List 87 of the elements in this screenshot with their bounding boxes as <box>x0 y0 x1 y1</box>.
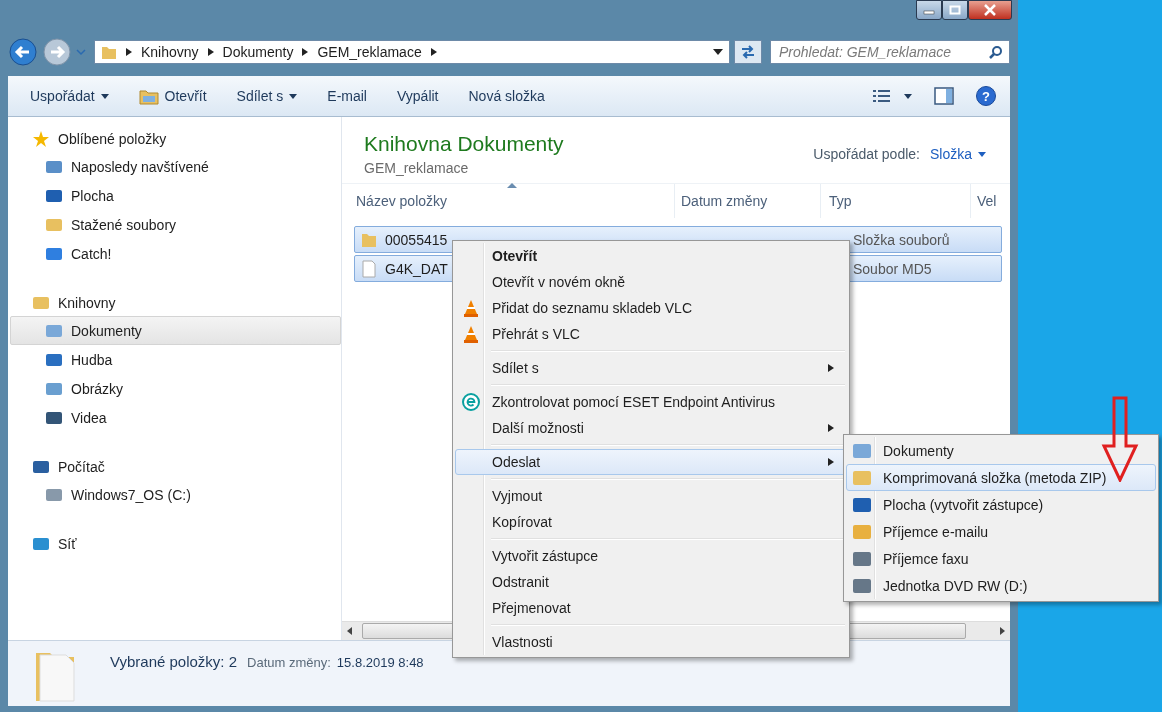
sidebar-item[interactable]: Knihovny <box>8 289 341 316</box>
menu-item[interactable]: Komprimovaná složka (metoda ZIP) <box>846 464 1156 491</box>
traffic-cone-icon <box>463 325 479 343</box>
menu-item[interactable]: Další možnosti <box>455 415 847 441</box>
menu-item[interactable]: Sdílet s <box>455 355 847 381</box>
breadcrumb[interactable]: Knihovny <box>141 44 199 60</box>
sidebar-item[interactable]: Oblíbené položky <box>8 125 341 152</box>
address-bar[interactable]: Knihovny Dokumenty GEM_reklamace <box>94 40 730 64</box>
toolbar-button[interactable]: Nová složka <box>458 84 555 108</box>
scroll-right-icon[interactable] <box>998 627 1006 635</box>
arrange-label: Uspořádat podle: <box>813 146 920 162</box>
menu-item[interactable]: Vyjmout <box>455 483 847 509</box>
chevron-icon[interactable] <box>429 47 438 57</box>
toolbar-button[interactable]: Sdílet s <box>226 84 308 108</box>
caret-icon[interactable] <box>713 49 723 55</box>
column-header[interactable]: Datum změny <box>675 184 821 218</box>
scroll-left-icon[interactable] <box>346 627 354 635</box>
search-field[interactable]: Prohledat: GEM_reklamace <box>770 40 1010 64</box>
chevron-icon[interactable] <box>125 47 133 57</box>
folder-icon <box>138 87 159 105</box>
menu-item[interactable]: Otevřít v novém okně <box>455 269 847 295</box>
menu-item[interactable]: Příjemce e-mailu <box>846 518 1156 545</box>
breadcrumb[interactable]: GEM_reklamace <box>317 44 422 60</box>
column-header[interactable]: Vel <box>971 184 1010 218</box>
menu-item[interactable]: Dokumenty <box>846 437 1156 464</box>
date-value: 15.8.2019 8:48 <box>336 655 424 670</box>
menu-item[interactable]: Přehrát s VLC <box>455 321 847 347</box>
breadcrumb[interactable]: Dokumenty <box>222 44 294 60</box>
sidebar-item[interactable]: Stažené soubory <box>10 210 341 239</box>
list-view-icon <box>872 88 892 104</box>
menu-item[interactable]: Zkontrolovat pomocí ESET Endpoint Antivirus <box>455 389 847 415</box>
file-name: G4K_DAT <box>385 260 449 277</box>
toolbar-button[interactable]: Vypálit <box>387 84 449 108</box>
antivirus-icon <box>462 393 480 411</box>
maximize-button[interactable] <box>942 0 968 20</box>
chevron-icon[interactable] <box>206 47 215 57</box>
close-icon <box>983 4 997 16</box>
close-button[interactable] <box>968 0 1012 20</box>
sidebar-item[interactable]: Catch! <box>10 239 341 268</box>
menu-item[interactable]: Kopírovat <box>455 509 847 535</box>
selection-count: Vybrané položky: 2 <box>110 653 238 670</box>
library-subtitle: GEM_reklamace <box>364 160 470 176</box>
sidebar-item[interactable]: Windows7_OS (C:) <box>10 480 341 509</box>
sidebar-item[interactable]: Dokumenty <box>10 316 341 345</box>
toolbar-button[interactable]: Uspořádat <box>20 84 119 108</box>
minimize-button[interactable] <box>916 0 942 20</box>
sidebar-item[interactable]: Hudba <box>10 345 341 374</box>
sidebar-item[interactable]: Počítač <box>8 453 341 480</box>
sidebar-item[interactable]: Videa <box>10 403 341 432</box>
sidebar-item[interactable]: Síť <box>8 530 341 557</box>
help-button[interactable]: ? <box>976 86 996 106</box>
preview-pane-icon <box>934 87 954 105</box>
menu-item[interactable]: Přejmenovat <box>455 595 847 621</box>
folder-icon <box>101 44 117 60</box>
menu-item[interactable]: Příjemce faxu <box>846 545 1156 572</box>
date-label: Datum změny: <box>247 655 331 670</box>
menu-item[interactable]: Přidat do seznamu skladeb VLC <box>455 295 847 321</box>
toolbar-button[interactable]: Otevřít <box>128 83 217 109</box>
caret-icon <box>100 93 109 99</box>
toolbar-button[interactable]: E-mail <box>317 84 377 108</box>
forward-button[interactable] <box>42 37 72 67</box>
file-type: Složka souborů <box>853 231 950 248</box>
menu-item[interactable]: Plocha (vytvořit zástupce) <box>846 491 1156 518</box>
sort-arrow-icon <box>507 182 517 188</box>
traffic-cone-icon <box>463 299 479 317</box>
library-title: Knihovna Dokumenty <box>364 132 564 156</box>
arrange-dropdown[interactable]: Složka <box>929 146 986 162</box>
caret-icon <box>978 151 986 157</box>
menu-item[interactable]: Vytvořit zástupce <box>455 543 847 569</box>
sidebar-item[interactable]: Obrázky <box>10 374 341 403</box>
refresh-icon <box>739 44 757 60</box>
menu-item[interactable]: Jednotka DVD RW (D:) <box>846 572 1156 599</box>
back-button[interactable] <box>8 37 38 67</box>
file-name: 00055415 <box>385 231 449 248</box>
file-type: Soubor MD5 <box>853 260 932 277</box>
chevron-icon[interactable] <box>301 47 310 57</box>
maximize-icon <box>949 5 961 15</box>
sidebar-item[interactable]: Plocha <box>10 181 341 210</box>
refresh-button[interactable] <box>734 40 762 64</box>
sidebar-item[interactable]: Naposledy navštívené <box>10 152 341 181</box>
menu-item[interactable]: Vlastnosti <box>455 629 847 655</box>
caret-icon <box>289 93 298 99</box>
menu-item[interactable]: Odstranit <box>455 569 847 595</box>
star-icon <box>32 129 50 148</box>
caret-icon[interactable] <box>904 93 912 99</box>
column-header[interactable]: Typ <box>821 184 971 218</box>
search-icon[interactable] <box>989 45 1003 59</box>
